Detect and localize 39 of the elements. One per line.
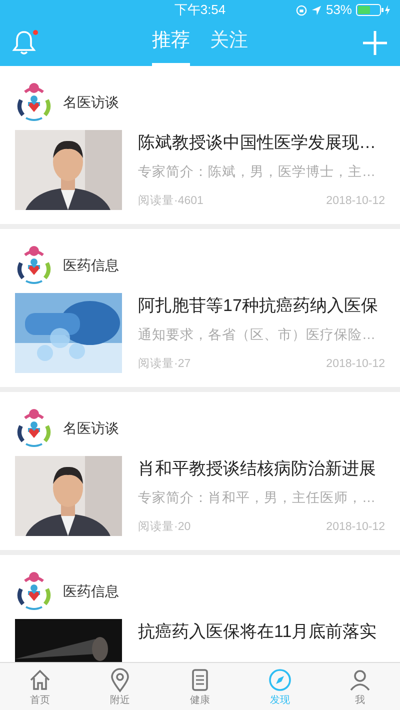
read-count: 阅读量·27	[138, 356, 191, 372]
compass-icon	[267, 667, 293, 693]
article-card[interactable]: 医药信息 抗癌药入医保将在11月底前落实	[0, 555, 400, 662]
header-tab[interactable]: 关注	[210, 20, 248, 66]
article-title: 阿扎胞苷等17种抗癌药纳入医保	[138, 295, 379, 317]
article-card[interactable]: 名医访谈 陈斌教授谈中国性医学发展现… 专家简介：陈斌，男，医学博士，主… 阅读量·4601 2018-10-12	[0, 66, 400, 224]
tab-bar-item[interactable]: 附近	[80, 663, 160, 710]
article-summary: 专家简介：陈斌，男，医学博士，主…	[138, 163, 376, 181]
article-summary: 通知要求，各省（区、市）医疗保险…	[138, 326, 376, 344]
article-card[interactable]: 医药信息 阿扎胞苷等17种抗癌药纳入医保 通知要求，各省（区、市）医疗保险… 阅读量·27 2018-10-12	[0, 229, 400, 387]
article-summary: 专家简介：肖和平，男，主任医师，…	[138, 489, 376, 507]
category-label: 名医访谈	[63, 418, 119, 438]
logo-icon	[15, 408, 53, 448]
article-date: 2018-10-12	[326, 194, 385, 209]
article-date: 2018-10-12	[326, 356, 385, 372]
location-icon	[310, 4, 322, 16]
article-card[interactable]: 名医访谈 肖和平教授谈结核病防治新进展 专家简介：肖和平，男，主任医师，… 阅读量·20 2018-10-12	[0, 392, 400, 550]
tab-bar-item[interactable]: 首页	[0, 663, 80, 710]
battery-percent: 53%	[326, 1, 352, 20]
tab-bar-item[interactable]: 健康	[160, 663, 240, 710]
bell-icon[interactable]	[12, 30, 36, 56]
article-date: 2018-10-12	[326, 520, 385, 535]
logo-icon	[15, 82, 53, 122]
category-label: 医药信息	[63, 582, 119, 600]
category-label: 名医访谈	[63, 92, 119, 112]
logo-icon	[15, 245, 53, 285]
read-count: 阅读量·20	[138, 520, 191, 535]
category-label: 医药信息	[63, 256, 119, 274]
tab-bar-item[interactable]: 我	[320, 663, 400, 710]
tab-bar-item[interactable]: 发现	[240, 663, 320, 710]
article-title: 抗癌药入医保将在11月底前落实	[138, 621, 378, 643]
article-title: 肖和平教授谈结核病防治新进展	[138, 458, 377, 480]
article-title: 陈斌教授谈中国性医学发展现…	[138, 132, 377, 154]
battery-icon	[356, 4, 392, 16]
add-icon[interactable]	[362, 30, 388, 56]
read-count: 阅读量·4601	[138, 194, 204, 209]
status-time: 下午3:54	[174, 1, 226, 20]
orientation-lock-icon	[296, 4, 307, 16]
logo-icon	[15, 571, 53, 611]
